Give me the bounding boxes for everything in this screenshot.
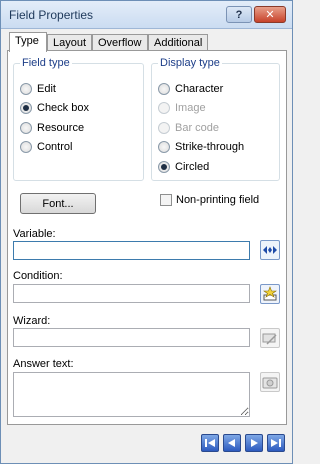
type-tab-panel: Field type Edit Check box Resource Contr… xyxy=(7,50,287,425)
display-type-group: Display type Character Image Bar code St… xyxy=(151,57,280,181)
radio-button[interactable] xyxy=(20,102,32,114)
radio-character[interactable]: Character xyxy=(158,82,223,96)
radio-label: Strike-through xyxy=(175,141,245,153)
radio-button[interactable] xyxy=(158,83,170,95)
answer-text-area[interactable] xyxy=(13,372,250,417)
field-properties-window: Field Properties ? ✕ Type Layout Overflo… xyxy=(0,0,293,464)
variable-input[interactable] xyxy=(13,241,250,260)
condition-label: Condition: xyxy=(13,270,63,282)
answer-text-label: Answer text: xyxy=(13,358,74,370)
variable-label: Variable: xyxy=(13,228,56,240)
tab-type[interactable]: Type xyxy=(9,32,47,52)
radio-label: Character xyxy=(175,83,224,95)
field-type-group: Field type Edit Check box Resource Contr… xyxy=(13,57,144,181)
radio-check-box[interactable]: Check box xyxy=(20,101,89,115)
radio-label: Control xyxy=(37,141,73,153)
condition-button[interactable] xyxy=(260,284,280,304)
radio-button[interactable] xyxy=(20,122,32,134)
first-icon xyxy=(205,439,215,447)
help-button[interactable]: ? xyxy=(226,6,252,23)
radio-label: Check box xyxy=(37,102,89,114)
field-type-title: Field type xyxy=(20,57,72,69)
last-field-button[interactable] xyxy=(267,434,285,452)
previous-icon xyxy=(228,439,235,447)
condition-input[interactable] xyxy=(13,284,250,303)
wizard-button xyxy=(260,328,280,348)
radio-button[interactable] xyxy=(20,83,32,95)
checkbox[interactable] xyxy=(160,194,172,206)
radio-bar-code: Bar code xyxy=(158,121,219,135)
next-icon xyxy=(251,439,258,447)
radio-resource[interactable]: Resource xyxy=(20,121,84,135)
previous-field-button[interactable] xyxy=(223,434,241,452)
camera-icon xyxy=(262,377,278,389)
display-type-title: Display type xyxy=(158,57,222,69)
checkbox-label: Non-printing field xyxy=(176,194,260,206)
variable-insert-button[interactable] xyxy=(260,240,280,260)
radio-label: Bar code xyxy=(175,122,220,134)
radio-button[interactable] xyxy=(158,161,170,173)
tab-layout[interactable]: Layout xyxy=(47,34,92,51)
wizard-icon xyxy=(262,333,277,345)
tab-overflow[interactable]: Overflow xyxy=(92,34,148,51)
close-button[interactable]: ✕ xyxy=(254,6,286,23)
radio-label: Circled xyxy=(175,161,210,173)
wizard-input[interactable] xyxy=(13,328,250,347)
radio-label: Edit xyxy=(37,83,56,95)
radio-image: Image xyxy=(158,101,206,115)
radio-label: Image xyxy=(175,102,206,114)
radio-button[interactable] xyxy=(20,141,32,153)
tab-additional[interactable]: Additional xyxy=(148,34,208,51)
answer-text-button xyxy=(260,372,280,392)
radio-button xyxy=(158,122,170,134)
radio-button xyxy=(158,102,170,114)
condition-wand-icon xyxy=(263,286,277,301)
last-icon xyxy=(271,439,281,447)
radio-button[interactable] xyxy=(158,141,170,153)
radio-strike-through[interactable]: Strike-through xyxy=(158,140,244,154)
radio-edit[interactable]: Edit xyxy=(20,82,56,96)
radio-control[interactable]: Control xyxy=(20,140,72,154)
next-field-button[interactable] xyxy=(245,434,263,452)
font-button[interactable]: Font... xyxy=(20,193,96,214)
radio-label: Resource xyxy=(37,122,85,134)
title-bar: Field Properties ? ✕ xyxy=(1,1,292,29)
first-field-button[interactable] xyxy=(201,434,219,452)
window-title: Field Properties xyxy=(9,8,94,22)
radio-circled[interactable]: Circled xyxy=(158,160,209,174)
double-arrow-icon xyxy=(263,246,277,254)
wizard-label: Wizard: xyxy=(13,315,51,327)
non-printing-field-checkbox[interactable]: Non-printing field xyxy=(160,194,259,206)
